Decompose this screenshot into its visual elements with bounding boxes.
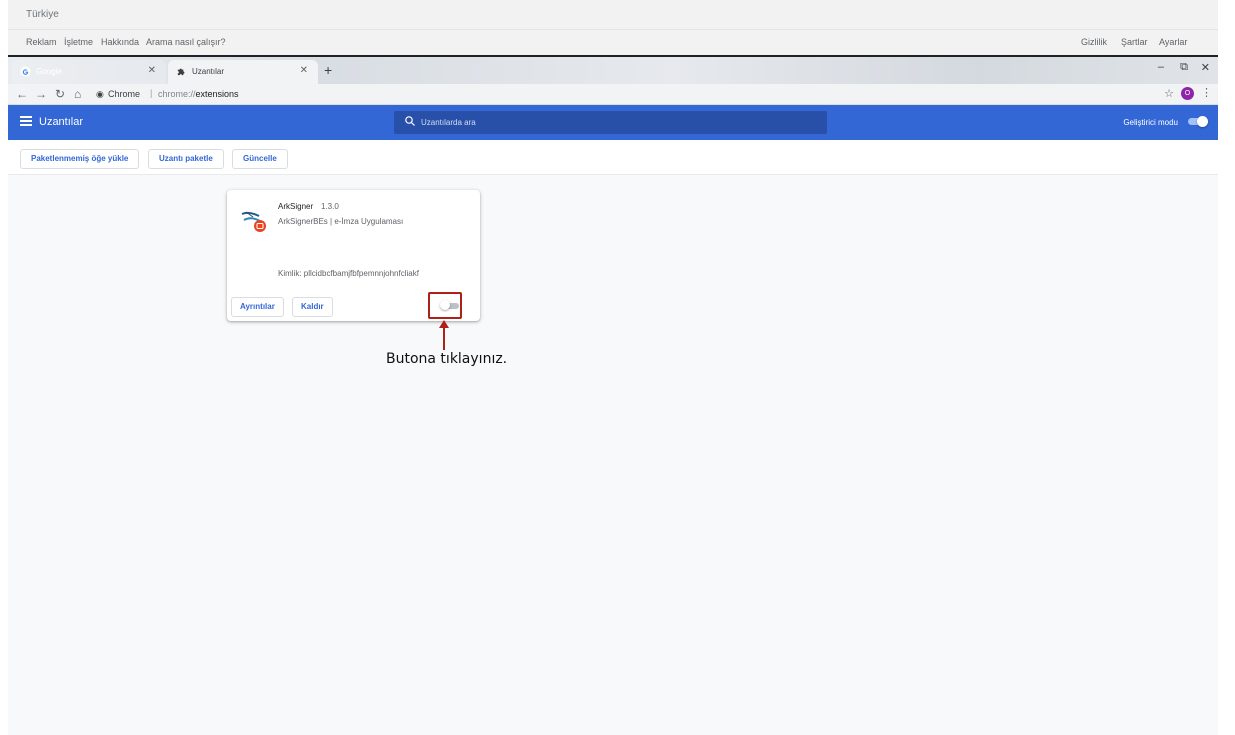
update-button[interactable]: Güncelle (232, 149, 288, 169)
browser-toolbar: ← → ↻ ⌂ ◉ Chrome | chrome://extensions ☆… (8, 84, 1218, 105)
close-icon[interactable]: ✕ (300, 65, 308, 76)
arrow-up-icon (439, 320, 449, 350)
new-tab-icon[interactable]: + (324, 62, 332, 78)
extension-description: ArkSignerBEs | e-İmza Uygulaması (278, 217, 404, 226)
close-icon[interactable]: ✕ (148, 65, 156, 76)
reload-icon[interactable]: ↻ (55, 87, 65, 101)
footer-link-sartlar[interactable]: Şartlar (1121, 37, 1148, 47)
extension-id: Kimlik: pllcidbcfbamjfbfpemnnjohnfcliakf (278, 269, 419, 278)
search-icon (405, 116, 415, 126)
extension-version: 1.3.0 (321, 202, 339, 211)
tab-extensions-title: Uzantılar (192, 67, 225, 76)
back-icon[interactable]: ← (16, 87, 28, 101)
search-box[interactable] (394, 111, 827, 134)
footer-link-gizlilik[interactable]: Gizlilik (1081, 37, 1107, 47)
footer-link-ayarlar[interactable]: Ayarlar (1159, 37, 1187, 47)
country-label: Türkiye (26, 9, 59, 20)
address-separator: | (150, 88, 153, 98)
details-button[interactable]: Ayrıntılar (231, 297, 284, 317)
footer-link-isletme[interactable]: İşletme (64, 37, 93, 47)
minimize-icon[interactable]: – (1158, 61, 1164, 73)
remove-button[interactable]: Kaldır (292, 297, 333, 317)
footer-link-hakkinda[interactable]: Hakkında (101, 37, 139, 47)
developer-mode-label: Geliştirici modu (1123, 118, 1178, 127)
restore-icon[interactable]: ⧉ (1180, 61, 1188, 74)
google-footer-links-bar: Reklam İşletme Hakkında Arama nasıl çalı… (8, 30, 1218, 55)
forward-icon[interactable]: → (35, 87, 47, 101)
profile-avatar[interactable]: O (1181, 87, 1194, 100)
address-path: extensions (195, 89, 239, 99)
search-input[interactable] (421, 116, 801, 129)
home-icon[interactable]: ⌂ (74, 87, 81, 101)
instruction-text: Butona tıklayınız. (386, 351, 508, 367)
address-bar[interactable]: ◉ Chrome | chrome://extensions (96, 87, 1196, 102)
footer-link-reklam[interactable]: Reklam (26, 37, 57, 47)
chrome-page-icon: ◉ (96, 89, 104, 99)
tab-strip: Google ✕ Uzantılar ✕ + – ⧉ ✕ (8, 57, 1218, 84)
menu-dots-icon[interactable]: ⋮ (1201, 86, 1212, 99)
footer-link-arama[interactable]: Arama nasıl çalışır? (146, 37, 226, 47)
extension-name: ArkSigner (278, 202, 314, 211)
hamburger-menu-icon[interactable] (20, 116, 32, 126)
tab-google-title: Google (36, 67, 62, 76)
arksigner-logo-icon (241, 211, 266, 232)
address-scheme: chrome:// (158, 89, 196, 99)
developer-mode-toggle[interactable] (1188, 116, 1208, 127)
developer-toolbar: Paketlenmemiş öğe yükle Uzantı paketle G… (8, 140, 1218, 175)
extensions-header: Uzantılar Geliştirici modu (8, 105, 1218, 140)
extensions-content: ArkSigner 1.3.0 ArkSignerBEs | e-İmza Uy… (8, 175, 1218, 735)
toggle-highlight-box (428, 292, 462, 319)
bookmark-star-icon[interactable]: ☆ (1164, 87, 1174, 100)
google-footer-country-bar: Türkiye (8, 0, 1218, 30)
load-unpacked-button[interactable]: Paketlenmemiş öğe yükle (20, 149, 140, 169)
page-title: Uzantılar (39, 116, 84, 128)
browser-window: Google ✕ Uzantılar ✕ + – ⧉ ✕ ← → ↻ ⌂ ◉ C… (8, 55, 1218, 735)
window-close-icon[interactable]: ✕ (1201, 61, 1210, 74)
address-host: Chrome (108, 89, 141, 99)
pack-extension-button[interactable]: Uzantı paketle (148, 149, 224, 169)
puzzle-icon (177, 68, 185, 76)
address-url: chrome://extensions (158, 89, 239, 99)
google-g-icon (20, 66, 31, 77)
tab-google[interactable]: Google ✕ (12, 60, 166, 84)
tab-extensions[interactable]: Uzantılar ✕ (168, 60, 318, 84)
